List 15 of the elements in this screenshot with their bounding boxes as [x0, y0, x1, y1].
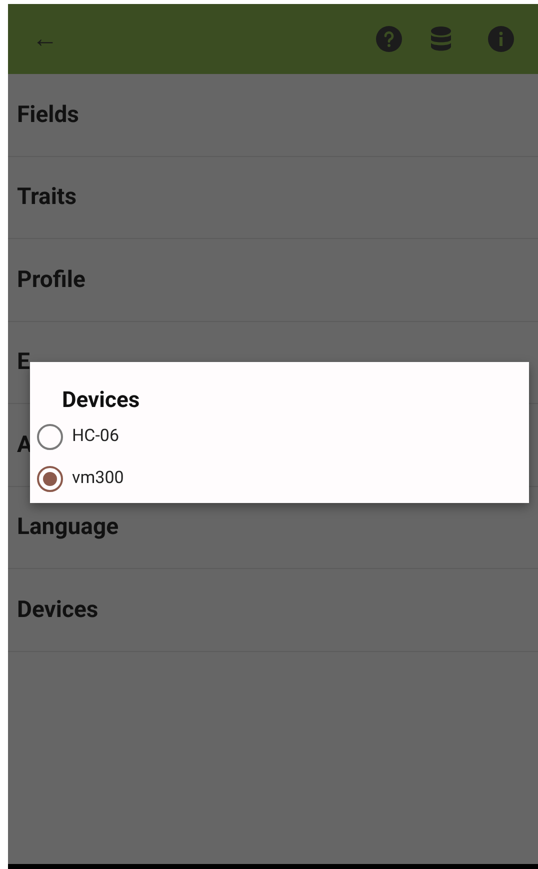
help-icon[interactable] — [376, 26, 402, 52]
menu-item[interactable]: Devices — [17, 592, 98, 627]
radio-button[interactable] — [37, 424, 63, 450]
radio-button[interactable] — [37, 466, 63, 492]
radio-option[interactable]: HC-06 — [37, 422, 529, 452]
menu-item[interactable]: Profile — [17, 262, 86, 297]
radio-option[interactable]: vm300 — [37, 464, 529, 494]
menu-item[interactable]: Language — [17, 510, 119, 544]
menu-item[interactable]: E — [17, 345, 30, 380]
menu-item[interactable]: Traits — [17, 180, 77, 214]
dialog-title: Devices — [62, 390, 141, 412]
info-icon[interactable] — [488, 26, 514, 52]
back-button[interactable]: ← — [32, 26, 58, 52]
menu-item[interactable]: Fields — [17, 98, 79, 132]
database-icon[interactable] — [430, 26, 452, 52]
